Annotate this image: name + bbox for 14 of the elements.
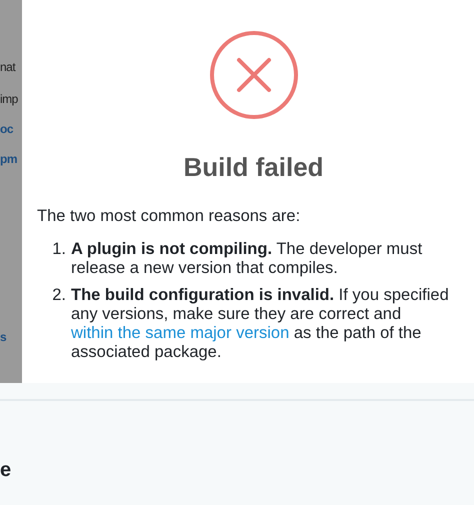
reason-text: A plugin is not compiling. The developer must release a new version that compiles. bbox=[71, 240, 424, 278]
list-number: 2. bbox=[51, 286, 66, 306]
link[interactable]: oc bbox=[0, 122, 14, 136]
dialog-title: Build failed bbox=[183, 152, 324, 183]
link[interactable]: pm bbox=[0, 152, 17, 166]
text-label: nat bbox=[0, 60, 16, 74]
list-number: 1. bbox=[51, 240, 66, 260]
reason-text: The build configuration is invalid. If you specified any versions, make sure they are correct and within the same major version as the path of the associated package. bbox=[71, 286, 450, 362]
intro-text: The two most common reasons are: bbox=[37, 207, 302, 226]
link[interactable]: s bbox=[0, 330, 6, 344]
section-heading: e bbox=[0, 459, 12, 482]
text-label: imp bbox=[0, 92, 18, 106]
link[interactable]: within the same major version bbox=[71, 324, 290, 342]
error-icon bbox=[208, 30, 298, 120]
